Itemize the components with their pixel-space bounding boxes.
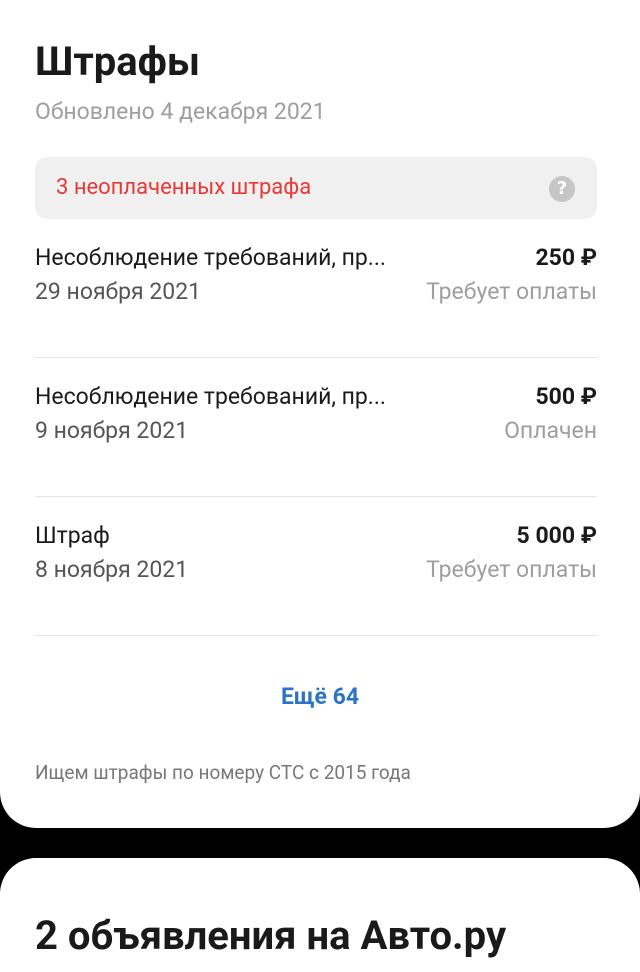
fine-status: Требует оплаты [426, 278, 597, 305]
unpaid-fines-count: 3 неоплаченных штрафа [56, 175, 312, 200]
fine-title: Несоблюдение требований, пр... [35, 383, 386, 410]
question-circle-icon[interactable]: ? [549, 176, 575, 202]
search-note: Ищем штрафы по номеру СТС с 2015 года [35, 761, 411, 784]
divider [35, 635, 597, 636]
fine-amount: 500 ₽ [535, 383, 597, 410]
fines-card: Штрафы Обновлено 4 декабря 2021 3 неопла… [0, 0, 640, 828]
ads-title: 2 объявления на Авто.ру [35, 912, 507, 959]
fine-status: Требует оплаты [426, 556, 597, 583]
fine-date: 9 ноября 2021 [35, 417, 189, 444]
fines-title: Штрафы [35, 38, 201, 85]
fine-title: Штраф [35, 522, 110, 549]
updated-date: Обновлено 4 декабря 2021 [35, 98, 326, 125]
fine-amount: 5 000 ₽ [516, 522, 597, 549]
fine-amount: 250 ₽ [535, 244, 597, 271]
fine-status: Оплачен [504, 417, 597, 444]
fine-date: 29 ноября 2021 [35, 278, 202, 305]
fine-date: 8 ноября 2021 [35, 556, 189, 583]
fine-item[interactable]: Штраф 5 000 ₽ 8 ноября 2021 Требует опла… [35, 497, 597, 636]
fine-item[interactable]: Несоблюдение требований, пр... 500 ₽ 9 н… [35, 358, 597, 497]
unpaid-fines-banner[interactable]: 3 неоплаченных штрафа ? [35, 157, 597, 219]
fine-item[interactable]: Несоблюдение требований, пр... 250 ₽ 29 … [35, 219, 597, 358]
show-more-fines-link[interactable]: Ещё 64 [0, 681, 640, 713]
fine-title: Несоблюдение требований, пр... [35, 244, 386, 271]
ads-card[interactable]: 2 объявления на Авто.ру [0, 858, 640, 972]
